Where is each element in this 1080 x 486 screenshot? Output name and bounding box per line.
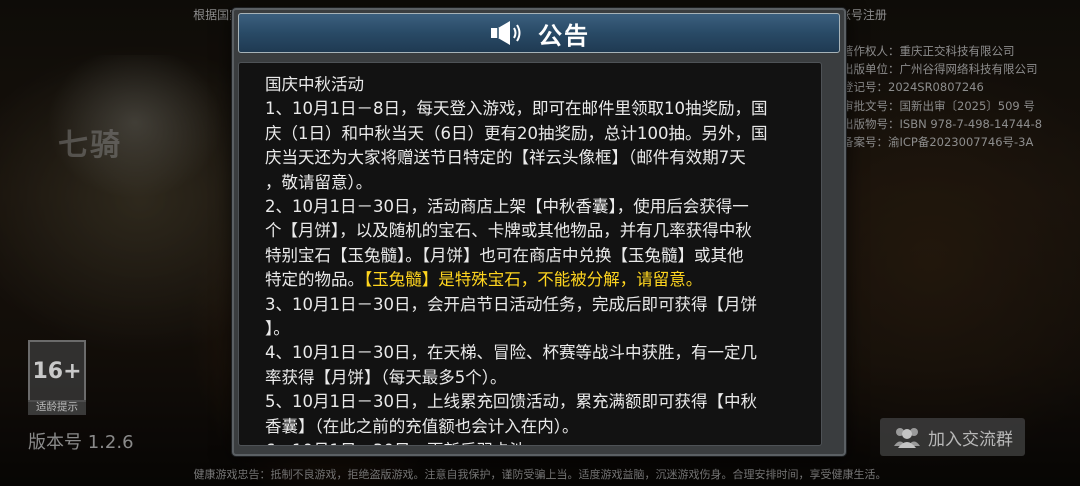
announcement-line: 特别宝石【玉兔髓】。【月饼】也可在商店中兑换【玉兔髓】或其他 xyxy=(265,244,803,268)
announcement-line-text: 特定的物品。 xyxy=(265,270,364,290)
announcement-line-text: 4、10月1日－30日，在天梯、冒险、杯赛等战斗中获胜，有一定几 xyxy=(265,343,757,363)
announcement-line: 庆（1日）和中秋当天（6日）更有20抽奖励，总计100抽。另外，国 xyxy=(265,122,803,146)
announcement-line-text: 国庆中秋活动 xyxy=(265,75,364,94)
announcement-highlight: 【玉兔髓】是特殊宝石，不能被分解，请留意。 xyxy=(364,270,703,290)
publisher-info-row: 审批文号：国新出审〔2025〕509 号 xyxy=(842,98,1035,113)
dialog-title: 公告 xyxy=(538,21,590,50)
announcement-dialog: 公告 国庆中秋活动 1、10月1日－8日，每天登入游戏，即可在邮件里领取10抽奖励… xyxy=(232,8,846,456)
age-tip-label[interactable]: 适龄提示 xyxy=(28,400,86,415)
announcement-line-text: 1、10月1日－8日，每天登入游戏，即可在邮件里领取10抽奖励，国 xyxy=(265,99,768,119)
announcement-line-text: 2、10月1日－30日，活动商店上架【中秋香囊】，使用后会获得一 xyxy=(265,197,749,217)
publisher-info-row: 备案号：渝ICP备2023007746号-3A xyxy=(842,135,1034,150)
announcement-line-text: 庆当天还为大家将赠送节日特定的【祥云头像框】（邮件有效期7天 xyxy=(265,148,746,168)
announcement-line-text: 】。 xyxy=(265,319,290,339)
announcement-line-text: 香囊】（在此之前的充值额也会计入在内）。 xyxy=(265,416,579,436)
publisher-info-row: 出版单位：广州谷得网络科技有限公司 xyxy=(842,62,1038,77)
announcement-line: 】。 xyxy=(265,317,803,341)
announcement-line: 个【月饼】，以及随机的宝石、卡牌或其他物品，并有几率获得中秋 xyxy=(265,219,803,243)
join-group-label: 加入交流群 xyxy=(928,429,1013,450)
announcement-line: 6、10月1日－30日，更新后羿卡池。 xyxy=(265,439,803,445)
announcement-line-text: 个【月饼】，以及随机的宝石、卡牌或其他物品，并有几率获得中秋 xyxy=(265,221,752,241)
announcement-line: 率获得【月饼】（每天最多5个）。 xyxy=(265,366,803,390)
announcement-line: 2、10月1日－30日，活动商店上架【中秋香囊】，使用后会获得一 xyxy=(265,195,803,219)
announcement-line-text: ，敬请留意）。 xyxy=(265,172,373,192)
publisher-info-row: 登记号：2024SR0807246 xyxy=(842,80,984,95)
content-scrollbar[interactable] xyxy=(826,62,836,446)
announcement-line-text: 3、10月1日－30日，会开启节日活动任务，完成后即可获得【月饼 xyxy=(265,294,757,314)
megaphone-icon xyxy=(491,21,521,45)
announcement-line: ，敬请留意）。 xyxy=(265,171,803,195)
announcement-content[interactable]: 国庆中秋活动 1、10月1日－8日，每天登入游戏，即可在邮件里领取10抽奖励，国庆… xyxy=(238,62,822,446)
announcement-line: 特定的物品。【玉兔髓】是特殊宝石，不能被分解，请留意。 xyxy=(265,268,803,292)
announcement-heading: 国庆中秋活动 xyxy=(265,73,803,97)
announcement-line: 4、10月1日－30日，在天梯、冒险、杯赛等战斗中获胜，有一定几 xyxy=(265,341,803,365)
announcement-line-text: 庆（1日）和中秋当天（6日）更有20抽奖励，总计100抽。另外，国 xyxy=(265,123,768,143)
announcement-line: 庆当天还为大家将赠送节日特定的【祥云头像框】（邮件有效期7天 xyxy=(265,146,803,170)
version-label: 版本号 1.2.6 xyxy=(28,432,134,453)
publisher-info-row: 出版物号：ISBN 978-7-498-14744-8 xyxy=(842,116,1043,131)
announcement-line-text: 特别宝石【玉兔髓】。【月饼】也可在商店中兑换【玉兔髓】或其他 xyxy=(265,245,744,265)
announcement-line-text: 5、10月1日－30日，上线累充回馈活动，累充满额即可获得【中秋 xyxy=(265,392,757,412)
announcement-line: 5、10月1日－30日，上线累充回馈活动，累充满额即可获得【中秋 xyxy=(265,390,803,414)
announcement-line: 1、10月1日－8日，每天登入游戏，即可在邮件里领取10抽奖励，国 xyxy=(265,97,803,121)
announcement-line: 香囊】（在此之前的充值额也会计入在内）。 xyxy=(265,415,803,439)
age-rating-badge: 16+ xyxy=(28,340,86,402)
group-icon xyxy=(894,428,920,448)
announcement-line-text: 6、10月1日－30日，更新后羿卡池。 xyxy=(265,441,543,445)
announcement-line: 3、10月1日－30日，会开启节日活动任务，完成后即可获得【月饼 xyxy=(265,293,803,317)
dialog-header: 公告 xyxy=(238,13,840,53)
publisher-info-row: 著作权人：重庆正交科技有限公司 xyxy=(842,44,1015,58)
publisher-info: 著作权人：重庆正交科技有限公司 出版单位：广州谷得网络科技有限公司 登记号：20… xyxy=(842,42,1072,151)
join-group-button[interactable]: 加入交流群 xyxy=(880,418,1025,456)
health-notice: 健康游戏忠告：抵制不良游戏，拒绝盗版游戏。注意自我保护，谨防受骗上当。适度游戏益… xyxy=(193,468,887,481)
announcement-line-text: 率获得【月饼】（每天最多5个）。 xyxy=(265,367,507,387)
